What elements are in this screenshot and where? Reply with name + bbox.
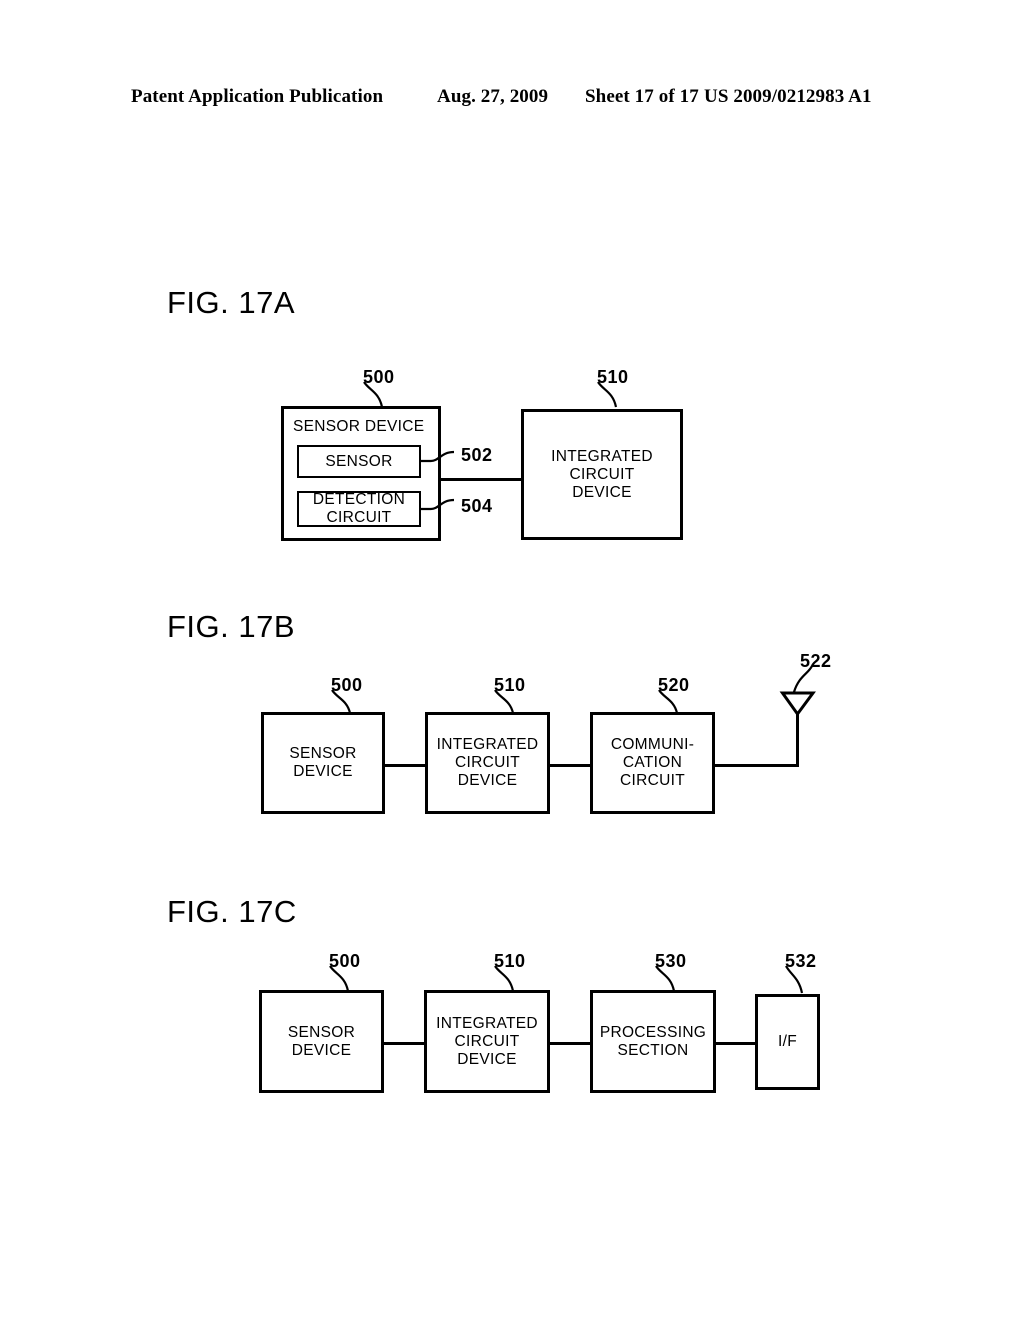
reference-numeral-502-fig17a: 502	[461, 445, 493, 465]
reference-numeral-510-fig17b: 510	[494, 675, 526, 695]
sheet-number: Sheet 17 of 17	[585, 86, 699, 107]
sensor-label-fig17a: SENSOR	[325, 452, 393, 470]
sensor-device-box-fig17b[interactable]: SENSOR DEVICE	[261, 712, 385, 814]
publication-date: Aug. 27, 2009	[437, 86, 549, 107]
figure-label-17a: FIG. 17A	[167, 285, 296, 320]
processing-section-box-fig17c[interactable]: PROCESSING SECTION	[590, 990, 716, 1093]
patent-number: US 2009/0212983 A1	[704, 86, 872, 107]
reference-numeral-510-fig17c: 510	[494, 951, 526, 971]
sensor-device-label-fig17a: SENSOR DEVICE	[293, 418, 425, 435]
sensor-device-label-fig17c: SENSOR DEVICE	[287, 1023, 356, 1059]
connector-sensor-to-ic-fig17a	[441, 478, 522, 481]
integrated-circuit-device-box-fig17c[interactable]: INTEGRATED CIRCUIT DEVICE	[424, 990, 550, 1093]
processing-section-label-fig17c: PROCESSING SECTION	[599, 1023, 707, 1059]
integrated-circuit-device-label-fig17c: INTEGRATED CIRCUIT DEVICE	[436, 1014, 538, 1068]
connector-communication-to-antenna-fig17b	[715, 764, 799, 767]
integrated-circuit-device-label-fig17b: INTEGRATED CIRCUIT DEVICE	[436, 736, 539, 789]
page-header: Patent Application Publication Aug. 27, …	[131, 86, 893, 112]
reference-numeral-532-fig17c: 532	[785, 951, 817, 971]
publication-title: Patent Application Publication	[131, 86, 384, 107]
connector-sensor-to-ic-fig17b	[385, 764, 426, 767]
reference-numeral-510-fig17a: 510	[597, 367, 629, 387]
communication-circuit-box-fig17b[interactable]: COMMUNI- CATION CIRCUIT	[590, 712, 715, 814]
reference-numeral-520-fig17b: 520	[658, 675, 690, 695]
sensor-device-box-fig17c[interactable]: SENSOR DEVICE	[259, 990, 384, 1093]
connector-ic-to-communication-fig17b	[550, 764, 591, 767]
reference-numeral-500-fig17a: 500	[363, 367, 395, 387]
figure-label-17c: FIG. 17C	[167, 894, 297, 929]
reference-numeral-522-fig17b: 522	[800, 651, 832, 671]
connector-ic-to-processing-fig17c	[550, 1042, 591, 1045]
antenna-icon	[779, 691, 816, 717]
integrated-circuit-device-box-fig17b[interactable]: INTEGRATED CIRCUIT DEVICE	[425, 712, 550, 814]
sensor-box-fig17a[interactable]: SENSOR	[297, 445, 421, 478]
figure-label-17b: FIG. 17B	[167, 609, 296, 644]
reference-numeral-504-fig17a: 504	[461, 496, 493, 516]
communication-circuit-label-fig17b: COMMUNI- CATION CIRCUIT	[610, 736, 695, 789]
integrated-circuit-device-box-fig17a[interactable]: INTEGRATED CIRCUIT DEVICE	[521, 409, 683, 540]
antenna-stem-fig17b	[796, 712, 799, 766]
detection-circuit-box-fig17a[interactable]: DETECTION CIRCUIT	[297, 491, 421, 527]
connector-sensor-to-ic-fig17c	[384, 1042, 425, 1045]
interface-box-fig17c[interactable]: I/F	[755, 994, 820, 1090]
reference-numeral-530-fig17c: 530	[655, 951, 687, 971]
sensor-device-label-fig17b: SENSOR DEVICE	[289, 745, 357, 780]
reference-numeral-500-fig17b: 500	[331, 675, 363, 695]
interface-label-fig17c: I/F	[778, 1033, 797, 1050]
connector-processing-to-interface-fig17c	[716, 1042, 756, 1045]
integrated-circuit-device-label-fig17a: INTEGRATED CIRCUIT DEVICE	[551, 447, 653, 501]
detection-circuit-label-fig17a: DETECTION CIRCUIT	[312, 491, 406, 526]
reference-numeral-500-fig17c: 500	[329, 951, 361, 971]
